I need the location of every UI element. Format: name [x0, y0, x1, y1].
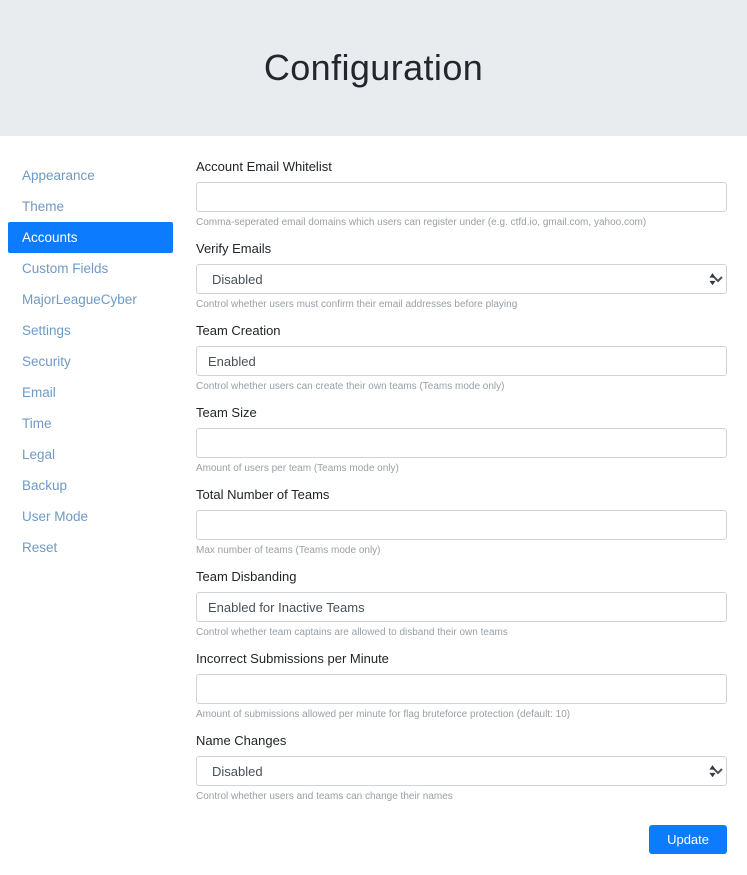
sidebar-item-accounts[interactable]: Accounts [8, 222, 173, 253]
sidebar-item-theme[interactable]: Theme [8, 191, 190, 222]
sidebar-item-backup[interactable]: Backup [8, 470, 190, 501]
team-creation-input[interactable] [196, 346, 727, 376]
field-label: Team Disbanding [196, 569, 297, 584]
config-form: Account Email Whitelist Comma-seperated e… [190, 160, 747, 854]
form-field: Verify Emails EnabledDisabled Control whet… [196, 242, 727, 311]
team-disbanding-input[interactable] [196, 592, 727, 622]
sidebar-nav-list: Appearance Theme Accounts Custom Fields Majo… [8, 160, 190, 563]
page-title: Configuration [263, 47, 484, 88]
field-help-text: Control whether users can create their o… [196, 381, 505, 392]
form-field: Total Number of Teams Max number of teams… [196, 488, 727, 557]
total-number-of-teams-input[interactable] [196, 510, 727, 540]
field-label: Incorrect Submissions per Minute [196, 651, 389, 666]
select-wrapper: EnabledDisabled [196, 756, 727, 786]
form-field: Name Changes EnabledDisabled Control wheth… [196, 734, 727, 803]
select-wrapper: EnabledDisabled [196, 264, 727, 294]
name-changes-select[interactable]: EnabledDisabled [196, 756, 727, 786]
sidebar-item-time[interactable]: Time [8, 408, 190, 439]
sidebar-item-majorleaguecyber[interactable]: MajorLeagueCyber [8, 284, 190, 315]
form-field: Team Disbanding Control whether team capt… [196, 570, 727, 639]
field-label: Name Changes [196, 733, 287, 748]
form-field: Account Email Whitelist Comma-seperated e… [196, 160, 727, 229]
incorrect-submissions-per-minute-input[interactable] [196, 674, 727, 704]
field-label: Verify Emails [196, 241, 272, 256]
sidebar-item-security[interactable]: Security [8, 346, 190, 377]
sidebar-item-reset[interactable]: Reset [8, 532, 190, 563]
sidebar-item-appearance[interactable]: Appearance [8, 160, 190, 191]
field-help-text: Control whether team captains are allowe… [196, 627, 508, 638]
form-field: Team Creation Control whether users can c… [196, 324, 727, 393]
account-email-whitelist-input[interactable] [196, 182, 727, 212]
field-label: Account Email Whitelist [196, 159, 332, 174]
page-header: Configuration [0, 0, 747, 136]
sidebar-item-email[interactable]: Email [8, 377, 190, 408]
form-field: Team Size Amount of users per team (Teams… [196, 406, 727, 475]
config-sidebar: Appearance Theme Accounts Custom Fields Majo… [0, 160, 190, 854]
field-help-text: Amount of users per team (Teams mode onl… [196, 463, 399, 474]
field-help-text: Amount of submissions allowed per minute… [196, 709, 571, 720]
sidebar-item-legal[interactable]: Legal [8, 439, 190, 470]
sidebar-item-settings[interactable]: Settings [8, 315, 190, 346]
form-actions: Update [196, 825, 727, 854]
team-size-input[interactable] [196, 428, 727, 458]
field-label: Team Creation [196, 323, 281, 338]
page-body: Appearance Theme Accounts Custom Fields Majo… [0, 136, 747, 854]
sidebar-item-user-mode[interactable]: User Mode [8, 501, 190, 532]
field-help-text: Max number of teams (Teams mode only) [196, 545, 381, 556]
field-help-text: Control whether users must confirm their… [196, 299, 518, 310]
form-fields: Account Email Whitelist Comma-seperated e… [196, 160, 727, 803]
field-help-text: Control whether users and teams can chan… [196, 791, 453, 802]
update-button[interactable]: Update [649, 825, 727, 854]
field-help-text: Comma-seperated email domains which user… [196, 217, 647, 228]
field-label: Team Size [196, 405, 257, 420]
form-field: Incorrect Submissions per Minute Amount o… [196, 652, 727, 721]
verify-emails-select[interactable]: EnabledDisabled [196, 264, 727, 294]
sidebar-item-custom-fields[interactable]: Custom Fields [8, 253, 190, 284]
field-label: Total Number of Teams [196, 487, 330, 502]
